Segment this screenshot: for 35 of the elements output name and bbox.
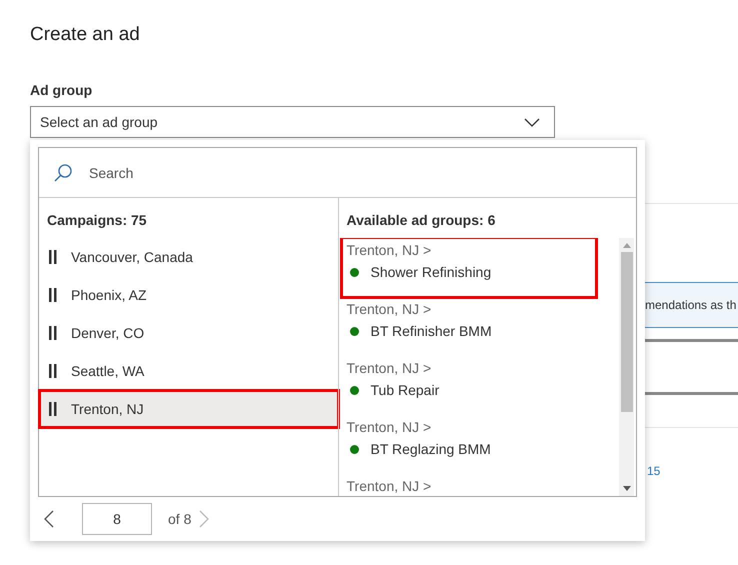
campaign-item[interactable]: Vancouver, Canada [39, 238, 338, 276]
status-dot-icon [350, 444, 358, 454]
ad-group-item[interactable]: Trenton, NJ > [342, 474, 596, 496]
page-count: of 8 [168, 511, 192, 527]
campaign-item[interactable]: Trenton, NJ [39, 390, 338, 428]
column-header: Campaigns: 75 [46, 211, 148, 230]
chevron-right-icon[interactable] [199, 510, 210, 528]
ad-group-item[interactable]: Trenton, NJ > Shower Refinishing [342, 238, 596, 297]
pause-icon [49, 402, 57, 416]
search-icon [53, 162, 73, 182]
chevron-left-icon[interactable] [44, 510, 54, 528]
field-label: Ad group [30, 82, 94, 98]
status-dot-icon [350, 386, 358, 394]
pause-icon [49, 288, 57, 302]
status-dot-icon [350, 326, 358, 336]
status-dot-icon [350, 268, 358, 276]
pause-icon [49, 364, 57, 378]
ad-group-item[interactable]: Trenton, NJ > Tub Repair [342, 356, 596, 415]
ad-group-item[interactable]: Trenton, NJ > BT Refinisher BMM [342, 297, 596, 356]
campaign-item[interactable]: Denver, CO [39, 314, 338, 352]
scroll-up-icon[interactable] [622, 242, 630, 248]
page-number-field[interactable]: 8 [82, 503, 152, 535]
chevron-down-icon [524, 118, 540, 126]
ad-group-item[interactable]: Trenton, NJ > BT Reglazing BMM [342, 415, 596, 474]
info-banner: mendations as th [645, 282, 738, 328]
link[interactable]: 15 [645, 428, 738, 478]
column-header: Available ad groups: 6 [346, 211, 496, 230]
page-title: Create an ad [30, 24, 141, 46]
campaign-item[interactable]: Phoenix, AZ [39, 276, 338, 314]
ad-group-dropdown[interactable]: Select an ad group [30, 106, 555, 138]
scroll-down-icon[interactable] [622, 486, 630, 492]
campaign-item[interactable]: Seattle, WA [39, 352, 338, 390]
pause-icon [49, 250, 57, 264]
scrollbar[interactable] [619, 238, 634, 496]
pause-icon [49, 326, 57, 340]
